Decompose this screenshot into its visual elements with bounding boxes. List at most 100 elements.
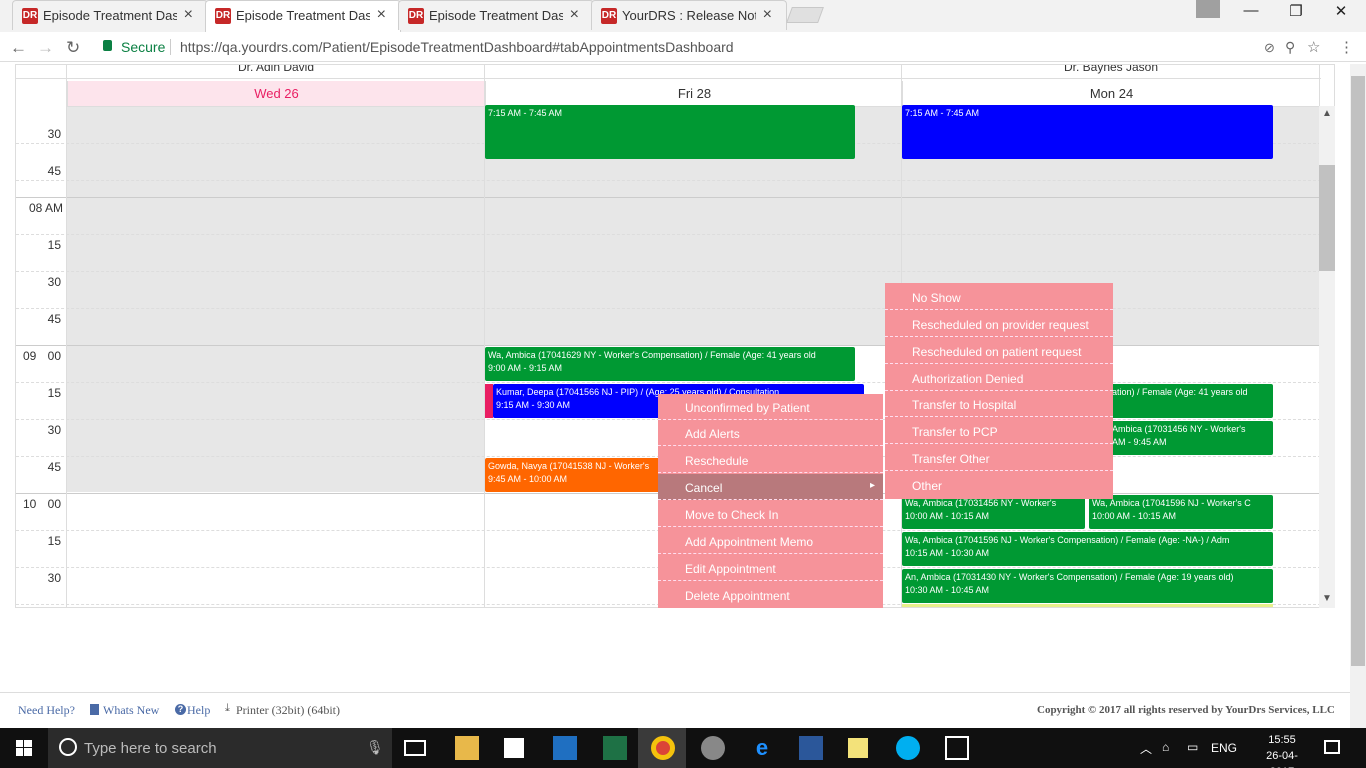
divider xyxy=(170,39,171,55)
task-view-icon[interactable] xyxy=(404,740,426,756)
submenu-item-transfer-pcp[interactable]: Transfer to PCP xyxy=(885,417,1113,444)
calendar-scroll-thumb[interactable] xyxy=(1319,165,1335,271)
appointment-block[interactable]: Wa, Ambica (17041596 NJ - Worker's Compe… xyxy=(902,532,1273,566)
close-window-button[interactable]: ✕ xyxy=(1326,2,1356,26)
cancel-reason-submenu: No Show Rescheduled on provider request … xyxy=(885,283,1113,499)
submenu-item-other[interactable]: Other xyxy=(885,471,1113,498)
time-label: 08 AM xyxy=(28,201,63,215)
menu-item-unconfirmed[interactable]: Unconfirmed by Patient xyxy=(658,394,883,420)
reload-icon[interactable]: ↻ xyxy=(66,38,80,58)
url-text[interactable]: https://qa.yourdrs.com/Patient/EpisodeTr… xyxy=(180,39,734,55)
microphone-icon[interactable]: 🎙 xyxy=(366,739,384,756)
time-slot xyxy=(16,198,1321,235)
bookmark-star-icon[interactable]: ☆ xyxy=(1307,38,1320,56)
day-header-today[interactable]: Wed 26 xyxy=(67,81,485,107)
photos-icon[interactable] xyxy=(945,736,969,760)
menu-item-add-memo[interactable]: Add Appointment Memo xyxy=(658,528,883,554)
submenu-item-no-show[interactable]: No Show xyxy=(885,283,1113,310)
chrome-menu-icon[interactable]: ⋮ xyxy=(1339,38,1354,56)
provider-header: Dr. Adin David xyxy=(237,64,315,74)
day-header[interactable]: Fri 28 xyxy=(485,81,903,107)
appointment-time: 9:00 AM - 9:15 AM xyxy=(488,363,563,373)
appointment-block[interactable]: 7:15 AM - 7:45 AM xyxy=(485,105,855,159)
menu-item-label: Cancel xyxy=(685,481,723,495)
appointment-block[interactable]: Gowda, Navya (17041538 NJ - Worker's 9:45… xyxy=(485,458,675,492)
time-label: 45 xyxy=(47,164,61,178)
lock-icon xyxy=(103,40,112,51)
submenu-item-rescheduled-provider[interactable]: Rescheduled on provider request xyxy=(885,310,1113,337)
new-tab-button[interactable] xyxy=(786,7,824,23)
appointment-patient: An, Ambica (17031430 NY - Worker's Compe… xyxy=(905,572,1234,582)
submenu-item-transfer-other[interactable]: Transfer Other xyxy=(885,444,1113,471)
dr-favicon-icon: DR xyxy=(215,8,231,24)
file-explorer-icon[interactable] xyxy=(455,736,479,760)
appointment-block[interactable]: ation) / Female (Age: 41 years old xyxy=(1108,384,1273,418)
menu-item-edit-appointment[interactable]: Edit Appointment xyxy=(658,555,883,581)
appointment-block[interactable]: Wa, Ambica (17031456 NY - Worker's 10:00 … xyxy=(902,495,1085,529)
time-label: 10 00 xyxy=(22,497,61,511)
scroll-up-icon[interactable]: ▲ xyxy=(1322,108,1332,119)
snipping-tool-icon[interactable] xyxy=(701,736,725,760)
zoom-icon[interactable]: ⚲ xyxy=(1285,39,1295,56)
appointment-time: 10:00 AM - 10:15 AM xyxy=(905,511,990,521)
day-header[interactable]: Mon 24 xyxy=(902,81,1320,107)
menu-item-add-alerts[interactable]: Add Alerts xyxy=(658,420,883,446)
restore-button[interactable]: ❐ xyxy=(1281,2,1311,26)
appointment-block[interactable]: Wa, Ambica (17041596 NJ - Worker's C 10:0… xyxy=(1089,495,1273,529)
dr-favicon-icon: DR xyxy=(408,8,424,24)
taskbar-clock[interactable]: 15:55 26-04-2017 xyxy=(1260,732,1304,768)
secure-label: Secure xyxy=(121,39,166,55)
display-icon[interactable]: ▭ xyxy=(1187,740,1198,754)
menu-item-reschedule[interactable]: Reschedule xyxy=(658,447,883,473)
sticky-notes-icon[interactable] xyxy=(848,738,868,758)
menu-item-move-to-check-in[interactable]: Move to Check In xyxy=(658,501,883,527)
outlook-icon[interactable] xyxy=(553,736,577,760)
back-arrow-icon[interactable]: ← xyxy=(10,38,27,58)
store-icon[interactable] xyxy=(504,738,524,758)
submenu-item-transfer-hospital[interactable]: Transfer to Hospital xyxy=(885,390,1113,417)
appointment-time: 10:15 AM - 10:30 AM xyxy=(905,548,990,558)
close-tab-icon[interactable]: × xyxy=(570,6,579,24)
notifications-icon[interactable] xyxy=(1324,740,1340,754)
forward-arrow-icon[interactable]: → xyxy=(37,38,54,58)
tab-title: Episode Treatment Dash xyxy=(43,8,177,23)
excel-icon[interactable] xyxy=(603,736,627,760)
internet-explorer-icon[interactable]: e xyxy=(750,736,774,760)
appointment-block[interactable]: 7:15 AM - 7:45 AM xyxy=(902,105,1273,159)
close-tab-icon[interactable]: × xyxy=(763,6,772,24)
language-indicator[interactable]: ENG xyxy=(1211,741,1237,755)
chevron-up-icon[interactable]: ︿ xyxy=(1140,740,1152,757)
menu-item-delete-appointment[interactable]: Delete Appointment xyxy=(658,582,883,608)
dr-favicon-icon: DR xyxy=(22,8,38,24)
skype-icon[interactable] xyxy=(896,736,920,760)
blocked-content-icon[interactable]: ⊘ xyxy=(1264,40,1275,56)
scroll-down-icon[interactable]: ▼ xyxy=(1322,593,1332,604)
user-profile-icon[interactable] xyxy=(1196,0,1220,18)
page-scroll-thumb[interactable] xyxy=(1351,76,1365,666)
submenu-item-authorization-denied[interactable]: Authorization Denied xyxy=(885,364,1113,391)
whats-new-link[interactable]: Whats New xyxy=(103,703,159,718)
search-placeholder: Type here to search xyxy=(84,740,217,757)
browser-tab[interactable]: DR Episode Treatment Dash × xyxy=(398,0,594,30)
menu-item-cancel[interactable]: Cancel ▸ xyxy=(658,474,883,500)
need-help-link[interactable]: Need Help? xyxy=(18,703,75,718)
printer-link[interactable]: Printer (32bit) (64bit) xyxy=(236,703,340,718)
time-label: 30 xyxy=(47,423,61,437)
windows-start-icon[interactable] xyxy=(16,740,32,756)
minimize-button[interactable]: — xyxy=(1236,2,1266,26)
word-icon[interactable] xyxy=(799,736,823,760)
browser-tab[interactable]: DR YourDRS : Release Notes × xyxy=(591,0,787,30)
appointment-block[interactable]: Wa, Ambica (17041629 NY - Worker's Compe… xyxy=(485,347,855,381)
network-icon[interactable]: ⌂ xyxy=(1162,740,1169,754)
submenu-item-rescheduled-patient[interactable]: Rescheduled on patient request xyxy=(885,337,1113,364)
appointment-time: 7:15 AM - 7:45 AM xyxy=(905,108,980,118)
help-link[interactable]: Help xyxy=(187,703,210,718)
browser-tab-active[interactable]: DR Episode Treatment Dash × xyxy=(205,0,401,32)
appointment-block[interactable]: Ambica (17031456 NY - Worker's AM - 9:45 … xyxy=(1108,421,1273,455)
close-tab-icon[interactable]: × xyxy=(377,6,386,24)
chrome-icon[interactable] xyxy=(651,736,675,760)
appointment-block[interactable]: An, Ambica (17031430 NY - Worker's Compe… xyxy=(902,569,1273,603)
browser-tab[interactable]: DR Episode Treatment Dash × xyxy=(12,0,208,30)
appointment-block[interactable] xyxy=(902,604,1273,607)
close-tab-icon[interactable]: × xyxy=(184,6,193,24)
